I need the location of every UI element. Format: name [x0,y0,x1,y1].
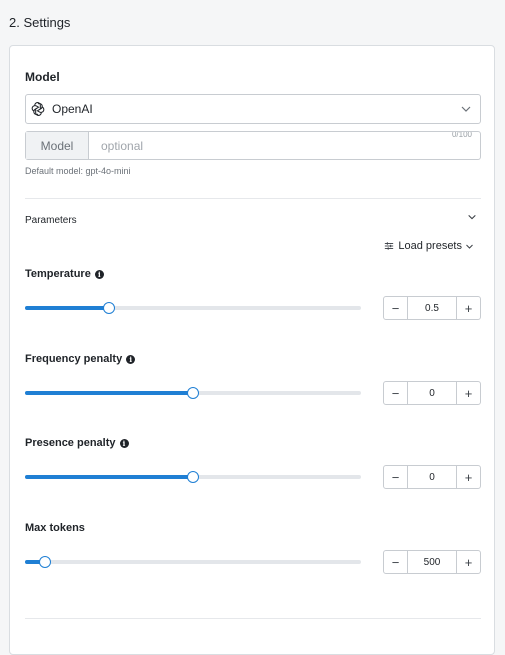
frequency-penalty-stepper: − 0 + [383,381,481,405]
slider-thumb[interactable] [103,302,115,314]
increment-button[interactable]: + [456,466,480,488]
parameters-toggle[interactable]: Parameters [25,210,481,226]
chevron-down-icon [461,106,471,112]
increment-button[interactable]: + [456,297,480,319]
model-label: Model [25,70,60,84]
slider-thumb[interactable] [39,556,52,568]
max-tokens-value[interactable]: 500 [408,551,456,573]
chevron-down-icon [468,214,476,220]
divider [25,198,481,199]
decrement-button[interactable]: − [384,551,408,573]
slider-thumb[interactable] [187,471,199,483]
model-input-group: Model [25,131,481,160]
default-model-hint: Default model: gpt-4o-mini [25,166,131,176]
openai-logo-icon [30,101,46,117]
max-tokens-stepper: − 500 + [383,550,481,574]
slider-thumb[interactable] [187,387,199,399]
provider-value: OpenAI [52,102,93,116]
presence-penalty-label-text: Presence penalty [25,437,116,449]
max-tokens-label-text: Max tokens [25,522,85,534]
decrement-button[interactable]: − [384,382,408,404]
presence-penalty-stepper: − 0 + [383,465,481,489]
load-presets-button[interactable]: Load presets [384,240,474,252]
temperature-slider[interactable] [25,302,361,314]
sliders-icon [385,242,394,250]
slider-track [25,560,361,564]
slider-fill [25,391,193,395]
decrement-button[interactable]: − [384,466,408,488]
temperature-stepper: − 0.5 + [383,296,481,320]
parameters-label: Parameters [25,215,77,226]
model-input[interactable] [89,132,480,159]
info-icon[interactable]: i [119,438,129,448]
temperature-value[interactable]: 0.5 [408,297,456,319]
info-icon[interactable]: i [94,269,104,279]
presence-penalty-label: Presence penalty i [25,437,129,449]
temperature-label: Temperature i [25,268,104,280]
slider-fill [25,306,109,310]
presence-penalty-slider[interactable] [25,471,361,483]
max-tokens-slider[interactable] [25,556,361,568]
frequency-penalty-value[interactable]: 0 [408,382,456,404]
presence-penalty-value[interactable]: 0 [408,466,456,488]
temperature-label-text: Temperature [25,268,91,280]
increment-button[interactable]: + [456,551,480,573]
frequency-penalty-slider[interactable] [25,387,361,399]
frequency-penalty-label: Frequency penalty i [25,353,136,365]
frequency-penalty-label-text: Frequency penalty [25,353,123,365]
info-icon[interactable]: i [126,354,136,364]
provider-select[interactable]: OpenAI [25,94,481,124]
increment-button[interactable]: + [456,382,480,404]
load-presets-label: Load presets [398,240,462,252]
model-input-addon: Model [26,132,89,159]
divider [25,618,481,619]
section-title: 2. Settings [9,15,71,30]
slider-fill [25,475,193,479]
decrement-button[interactable]: − [384,297,408,319]
settings-card: Model OpenAI 0/100 Model Default model: … [9,45,495,655]
chevron-down-icon [466,244,473,249]
max-tokens-label: Max tokens [25,522,85,534]
